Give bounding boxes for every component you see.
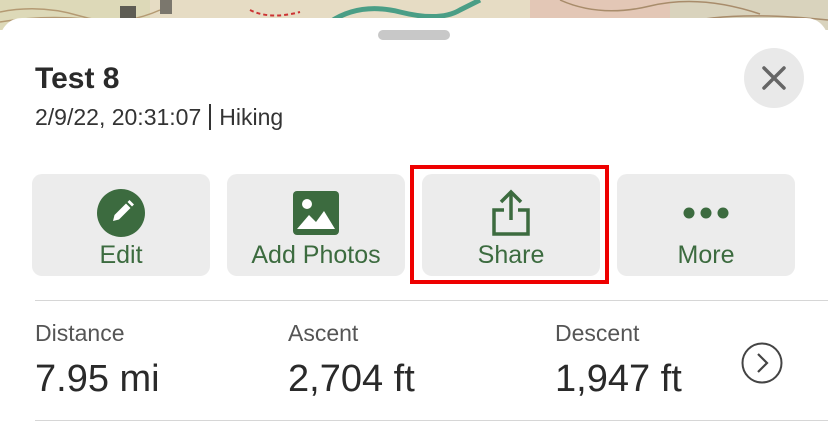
- descent-value: 1,947 ft: [555, 358, 682, 400]
- share-label: Share: [477, 241, 545, 269]
- share-button[interactable]: Share: [422, 174, 600, 276]
- separator: [209, 104, 212, 130]
- distance-value: 7.95 mi: [35, 358, 160, 400]
- more-button[interactable]: More: [617, 174, 795, 276]
- share-icon: [486, 188, 536, 238]
- pencil-icon: [96, 188, 146, 238]
- activity-sheet: Test 8 2/9/22, 20:31:07 Hiking Edit Add …: [0, 18, 828, 445]
- close-icon: [762, 66, 786, 90]
- edit-button[interactable]: Edit: [32, 174, 210, 276]
- activity-datetime: 2/9/22, 20:31:07: [35, 104, 202, 130]
- activity-type: Hiking: [219, 104, 284, 130]
- drag-handle[interactable]: [378, 30, 450, 40]
- distance-label: Distance: [35, 320, 125, 346]
- divider: [35, 300, 828, 301]
- close-button[interactable]: [744, 48, 804, 108]
- stats-details-button[interactable]: [741, 342, 783, 384]
- divider: [35, 420, 828, 421]
- ascent-label: Ascent: [288, 320, 359, 346]
- chevron-right-icon: [741, 342, 783, 384]
- ascent-value: 2,704 ft: [288, 358, 415, 400]
- more-dots-icon: [681, 188, 731, 238]
- add-photos-label: Add Photos: [251, 241, 381, 269]
- edit-label: Edit: [99, 241, 143, 269]
- more-label: More: [677, 241, 735, 269]
- descent-label: Descent: [555, 320, 640, 346]
- activity-subtitle: 2/9/22, 20:31:07 Hiking: [35, 104, 283, 131]
- activity-title: Test 8: [35, 62, 120, 95]
- add-photos-button[interactable]: Add Photos: [227, 174, 405, 276]
- photo-icon: [291, 188, 341, 238]
